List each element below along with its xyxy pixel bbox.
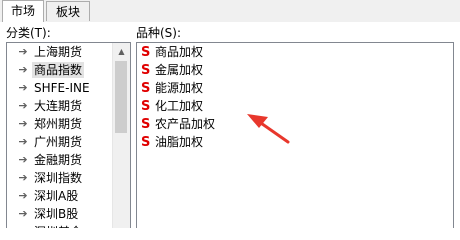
tab-market[interactable]: 市场 [2, 0, 44, 22]
tab-content: 分类(T): 品种(S): ➔ 上海期货 ➔ 商品指数 ➔ SHFE-INE ➔ 大连期货 ➔ 郑… [0, 22, 460, 228]
triangle-up-icon[interactable]: ▲ [113, 43, 130, 60]
variety-item-label: 化工加权 [155, 99, 204, 113]
arrow-right-icon: ➔ [18, 135, 28, 148]
category-item[interactable]: ➔ SHFE-INE [7, 79, 114, 97]
variety-item[interactable]: S 农产品加权 [141, 115, 215, 133]
variety-marker: S [141, 99, 151, 114]
arrow-right-icon: ➔ [18, 207, 28, 220]
arrow-right-icon: ➔ [18, 99, 28, 112]
variety-list[interactable]: S 商品加权 S 金属加权 S 能源加权 S 化工加权 S 农产品加权 S 油脂加权 [136, 42, 454, 228]
category-item[interactable]: ➔ 郑州期货 [7, 115, 114, 133]
category-item[interactable]: ➔深圳基金 [7, 223, 114, 228]
category-list[interactable]: ➔ 上海期货 ➔ 商品指数 ➔ SHFE-INE ➔ 大连期货 ➔ 郑州期货 ➔ 广州期货 ➔ 金融期货 ➔… [6, 42, 131, 228]
category-item[interactable]: ➔ 金融期货 [7, 151, 114, 169]
arrow-right-icon: ➔ [18, 81, 28, 94]
variety-marker: S [141, 81, 151, 96]
category-item[interactable]: ➔ 深圳B股 [7, 205, 114, 223]
variety-item[interactable]: S 化工加权 [141, 97, 203, 115]
arrow-right-icon: ➔ [18, 63, 28, 76]
variety-item-label: 油脂加权 [155, 135, 204, 149]
category-item[interactable]: ➔ 大连期货 [7, 97, 114, 115]
variety-marker: S [141, 63, 151, 78]
category-scrollbar[interactable]: ▲ [112, 43, 130, 228]
variety-marker: S [141, 45, 151, 60]
arrow-right-icon: ➔ [18, 45, 28, 58]
variety-item[interactable]: S 商品加权 [141, 43, 203, 61]
variety-item[interactable]: S 油脂加权 [141, 133, 203, 151]
category-item-label: 郑州期货 [34, 117, 83, 131]
arrow-right-icon: ➔ [18, 153, 28, 166]
category-item[interactable]: ➔ 广州期货 [7, 133, 114, 151]
category-item[interactable]: ➔ 商品指数 [7, 61, 114, 79]
category-label: 分类(T): [6, 26, 51, 40]
category-item-label: 上海期货 [34, 45, 83, 59]
variety-item[interactable]: S 能源加权 [141, 79, 203, 97]
variety-item[interactable]: S 金属加权 [141, 61, 203, 79]
arrow-right-icon: ➔ [18, 117, 28, 130]
category-item[interactable]: ➔ 上海期货 [7, 43, 114, 61]
variety-item-label: 金属加权 [155, 63, 204, 77]
tab-sector[interactable]: 板块 [46, 1, 90, 21]
arrow-right-icon: ➔ [18, 189, 28, 202]
variety-marker: S [141, 135, 151, 150]
variety-item-label: 商品加权 [155, 45, 204, 59]
category-item-label: 深圳B股 [34, 207, 79, 221]
arrow-right-icon: ➔ [15, 223, 31, 228]
category-item[interactable]: ➔ 深圳指数 [7, 169, 114, 187]
tab-bar: 市场 板块 [0, 0, 460, 23]
market-selector-window: 市场 板块 分类(T): 品种(S): ➔ 上海期货 ➔ 商品指数 ➔ SHFE-INE ➔… [0, 0, 460, 228]
category-item-label: 深圳A股 [34, 189, 79, 203]
variety-item-label: 能源加权 [155, 81, 204, 95]
category-item-label: 深圳指数 [34, 171, 83, 185]
arrow-right-icon: ➔ [18, 171, 28, 184]
variety-label: 品种(S): [136, 26, 182, 40]
variety-marker: S [141, 117, 151, 132]
category-item[interactable]: ➔ 深圳A股 [7, 187, 114, 205]
category-item-label: 深圳基金 [32, 224, 84, 228]
category-item-label: 广州期货 [34, 135, 83, 149]
category-item-label: 大连期货 [34, 99, 83, 113]
category-item-label: 商品指数 [32, 62, 85, 78]
category-list-items: ➔ 上海期货 ➔ 商品指数 ➔ SHFE-INE ➔ 大连期货 ➔ 郑州期货 ➔ 广州期货 ➔ 金融期货 ➔… [7, 43, 114, 228]
category-item-label: 金融期货 [34, 153, 83, 167]
category-item-label: SHFE-INE [34, 81, 90, 95]
scroll-thumb[interactable] [115, 61, 127, 133]
variety-item-label: 农产品加权 [155, 117, 216, 131]
